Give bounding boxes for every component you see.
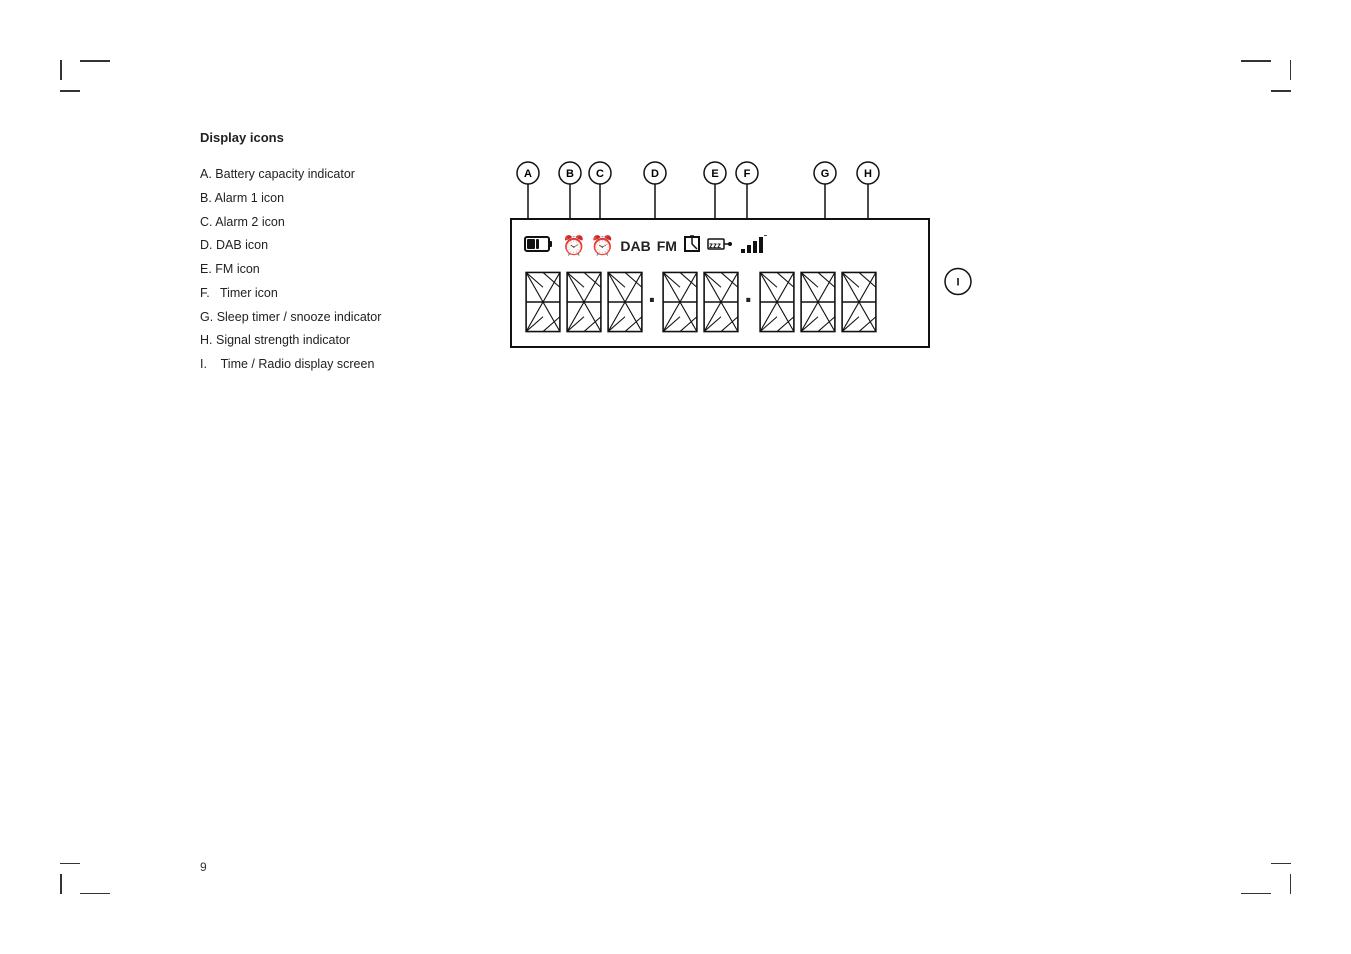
list-item: G. Sleep timer / snooze indicator	[200, 306, 400, 330]
signal-icon	[741, 235, 767, 258]
list-item: F. Timer icon	[200, 282, 400, 306]
svg-text:zzz: zzz	[709, 241, 721, 250]
corner-tr-tick	[1241, 60, 1271, 62]
seg-digit-2	[565, 270, 603, 334]
seg-digit-3	[606, 270, 644, 334]
seg-digit-5	[702, 270, 740, 334]
item-list: A. Battery capacity indicator B. Alarm 1…	[200, 163, 400, 377]
item-label: Alarm 2 icon	[215, 215, 284, 229]
list-item: I. Time / Radio display screen	[200, 353, 400, 377]
corner-tr-horizontal	[1271, 90, 1291, 92]
display-diagram-column: A B C D E	[510, 153, 930, 377]
svg-text:G: G	[821, 168, 830, 180]
svg-text:B: B	[566, 168, 574, 180]
list-item: E. FM icon	[200, 258, 400, 282]
svg-text:H: H	[864, 168, 872, 180]
item-label: Timer icon	[213, 286, 278, 300]
corner-tl-horizontal	[60, 90, 80, 92]
page-number: 9	[200, 860, 207, 874]
dab-icon: DAB	[620, 238, 650, 254]
corner-tl-tick	[80, 60, 110, 62]
list-item: C. Alarm 2 icon	[200, 211, 400, 235]
seg-digit-1	[524, 270, 562, 334]
corner-br-horizontal	[1271, 863, 1291, 865]
item-letter: H.	[200, 333, 213, 347]
item-label: Signal strength indicator	[216, 333, 350, 347]
svg-text:C: C	[596, 168, 604, 180]
item-letter: B.	[200, 191, 212, 205]
list-item: D. DAB icon	[200, 234, 400, 258]
main-content: Display icons A. Battery capacity indica…	[200, 130, 1271, 377]
alarm1-icon: ⏰	[562, 234, 586, 258]
item-list-column: A. Battery capacity indicator B. Alarm 1…	[200, 163, 400, 377]
list-item: H. Signal strength indicator	[200, 329, 400, 353]
list-item: B. Alarm 1 icon	[200, 187, 400, 211]
digits-area: ·	[524, 270, 916, 334]
seg-digit-7	[799, 270, 837, 334]
seg-digit-8	[840, 270, 878, 334]
display-diagram: A B C D E	[510, 218, 930, 348]
item-letter: D.	[200, 238, 213, 252]
item-letter: C.	[200, 215, 213, 229]
svg-text:D: D	[651, 168, 659, 180]
svg-text:A: A	[524, 168, 532, 180]
battery-icon	[524, 235, 554, 258]
svg-text:F: F	[744, 168, 751, 180]
i-circle: I	[943, 267, 973, 297]
icons-row: ⏰ ⏰ DAB FM	[524, 230, 916, 262]
fm-icon: FM	[657, 238, 677, 254]
corner-tr-vertical	[1290, 60, 1292, 80]
item-label: FM icon	[215, 262, 259, 276]
svg-text:E: E	[711, 168, 718, 180]
corner-bl-vertical	[60, 874, 62, 894]
corner-bl-tick	[80, 893, 110, 895]
timer-icon	[683, 235, 701, 258]
content-columns: A. Battery capacity indicator B. Alarm 1…	[200, 163, 1271, 377]
item-letter: A.	[200, 167, 212, 181]
seg-digit-6	[758, 270, 796, 334]
item-letter: I.	[200, 357, 207, 371]
dot-separator-1: ·	[648, 284, 657, 316]
corner-br-vertical	[1290, 874, 1292, 894]
item-label: Sleep timer / snooze indicator	[217, 310, 382, 324]
item-label: DAB icon	[216, 238, 268, 252]
item-label: Time / Radio display screen	[210, 357, 374, 371]
item-letter: F.	[200, 286, 210, 300]
corner-tl-vertical	[60, 60, 62, 80]
section-title: Display icons	[200, 130, 1271, 145]
corner-br-tick	[1241, 893, 1271, 895]
lcd-box: ⏰ ⏰ DAB FM	[510, 218, 930, 348]
item-label: Battery capacity indicator	[215, 167, 355, 181]
svg-text:I: I	[956, 277, 959, 289]
i-label-container: I	[943, 267, 973, 300]
alarm2-icon: ⏰	[591, 234, 615, 258]
seg-digit-4	[661, 270, 699, 334]
sleep-icon: zzz	[707, 235, 735, 258]
item-label: Alarm 1 icon	[215, 191, 284, 205]
item-letter: G.	[200, 310, 213, 324]
dot-separator-2: ·	[744, 284, 753, 316]
item-letter: E.	[200, 262, 212, 276]
list-item: A. Battery capacity indicator	[200, 163, 400, 187]
corner-bl-horizontal	[60, 863, 80, 865]
